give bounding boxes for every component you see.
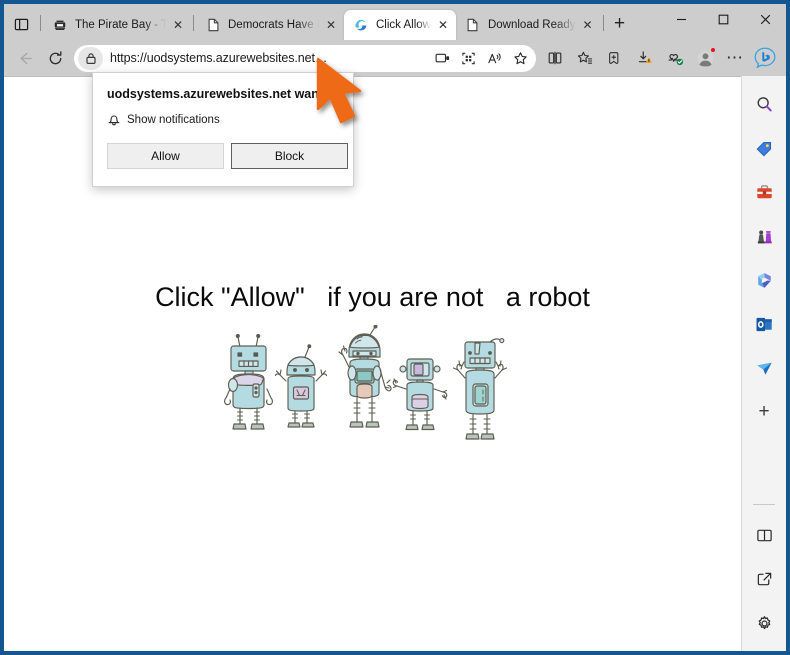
- document-icon: [205, 17, 221, 33]
- edge-sidebar: +: [741, 76, 786, 651]
- allow-button[interactable]: Allow: [107, 143, 224, 169]
- sidebar-divider: [753, 504, 775, 505]
- favorites-icon[interactable]: [570, 44, 600, 72]
- bing-copilot-icon[interactable]: [750, 44, 780, 72]
- tab-divider: [602, 15, 604, 31]
- tab-title: The Pirate Bay - Th: [75, 19, 166, 31]
- settings-gear-icon[interactable]: [748, 607, 780, 639]
- send-plane-icon[interactable]: [748, 352, 780, 384]
- tab-item[interactable]: The Pirate Bay - Th ✕: [43, 10, 191, 40]
- add-sidebar-app-button[interactable]: +: [748, 396, 780, 428]
- lock-icon[interactable]: [78, 46, 103, 70]
- tab-strip: The Pirate Bay - Th ✕ Democrats Have In …: [4, 4, 786, 40]
- url-text: https://uodsystems.azurewebsites.net…: [110, 51, 328, 65]
- permission-label: Show notifications: [127, 113, 220, 126]
- window-controls: [660, 4, 786, 40]
- tab-search-icon[interactable]: [4, 9, 38, 39]
- back-button[interactable]: [10, 44, 40, 72]
- notification-permission-popup: uodsystems.azurewebsites.net wants to Sh…: [92, 72, 354, 187]
- search-icon[interactable]: [748, 88, 780, 120]
- page-title: Click "Allow" if you are not a robot: [155, 282, 590, 312]
- browser-essentials-icon[interactable]: [660, 44, 690, 72]
- address-bar[interactable]: https://uodsystems.azurewebsites.net…: [74, 44, 536, 72]
- profile-notification-dot: [710, 47, 716, 53]
- popup-title: uodsystems.azurewebsites.net wants to: [107, 87, 346, 101]
- tab-title: Download Ready: [487, 19, 576, 31]
- collections-icon[interactable]: [600, 44, 630, 72]
- microsoft-365-icon[interactable]: [748, 264, 780, 296]
- qr-code-icon[interactable]: [455, 46, 481, 70]
- browser-toolbar: https://uodsystems.azurewebsites.net… ⋯: [4, 40, 786, 76]
- new-tab-button[interactable]: +: [606, 10, 634, 38]
- cast-to-device-icon[interactable]: [429, 46, 455, 70]
- maximize-button[interactable]: [702, 4, 744, 34]
- tab-item-active[interactable]: Click Allow ✕: [344, 10, 456, 40]
- document-icon: [465, 17, 481, 33]
- shopping-tag-icon[interactable]: [748, 132, 780, 164]
- more-options-button[interactable]: ⋯: [720, 44, 750, 72]
- profile-avatar-icon[interactable]: [690, 44, 720, 72]
- tab-close-button[interactable]: ✕: [169, 16, 187, 34]
- browser-window: The Pirate Bay - Th ✕ Democrats Have In …: [0, 0, 790, 655]
- open-external-icon[interactable]: [748, 563, 780, 595]
- tab-close-button[interactable]: ✕: [434, 16, 452, 34]
- read-aloud-icon[interactable]: [481, 46, 507, 70]
- tools-briefcase-icon[interactable]: [748, 176, 780, 208]
- tab-close-button[interactable]: ✕: [579, 16, 597, 34]
- tab-divider: [40, 15, 41, 31]
- split-screen-icon[interactable]: [540, 44, 570, 72]
- split-pane-icon[interactable]: [748, 519, 780, 551]
- games-chess-icon[interactable]: [748, 220, 780, 252]
- pirate-ship-icon: [52, 17, 68, 33]
- tab-title: Democrats Have In: [228, 19, 319, 31]
- edge-logo-icon: [353, 17, 369, 33]
- block-button[interactable]: Block: [231, 143, 348, 169]
- permission-row: Show notifications: [107, 112, 220, 127]
- tab-item[interactable]: Download Ready ✕: [456, 10, 601, 40]
- refresh-button[interactable]: [40, 44, 70, 72]
- outlook-icon[interactable]: [748, 308, 780, 340]
- close-button[interactable]: [744, 4, 786, 34]
- tab-item[interactable]: Democrats Have In ✕: [196, 10, 344, 40]
- minimize-button[interactable]: [660, 4, 702, 34]
- popup-buttons: Allow Block: [107, 143, 348, 169]
- tab-title: Click Allow: [376, 19, 431, 31]
- favorite-star-icon[interactable]: [507, 46, 533, 70]
- tab-close-button[interactable]: ✕: [322, 16, 340, 34]
- tab-divider: [193, 15, 194, 31]
- five-cartoon-robots-illustration: [223, 324, 523, 455]
- downloads-icon[interactable]: [630, 44, 660, 72]
- bell-icon: [107, 112, 127, 127]
